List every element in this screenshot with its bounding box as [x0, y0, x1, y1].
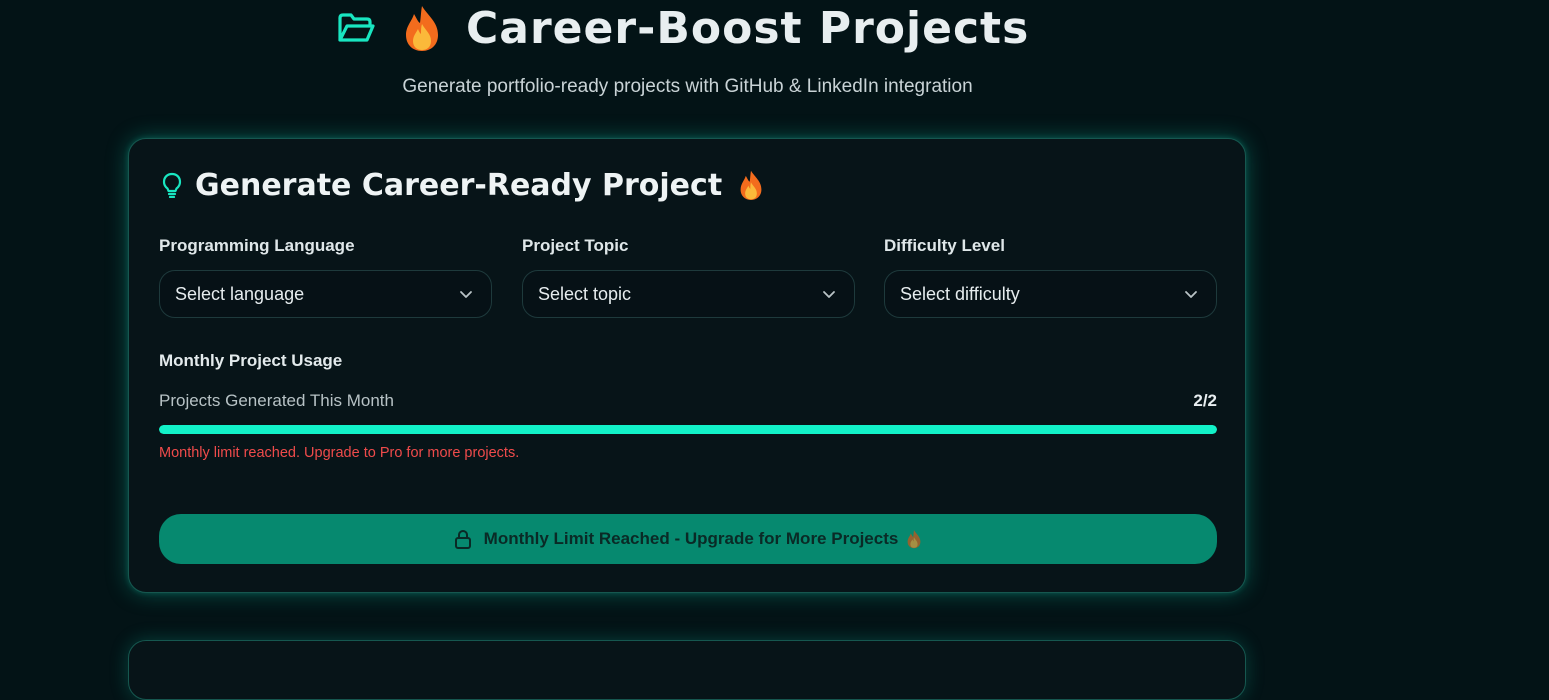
project-generator-card: Generate Career-Ready Project Programmin…	[128, 138, 1246, 593]
chevron-down-icon	[459, 287, 473, 301]
usage-heading: Monthly Project Usage	[159, 351, 343, 370]
lock-icon	[454, 529, 472, 549]
lightbulb-icon	[161, 172, 183, 198]
chevron-down-icon	[1184, 287, 1198, 301]
upgrade-button[interactable]: Monthly Limit Reached - Upgrade for More…	[159, 514, 1217, 564]
next-card	[128, 640, 1246, 700]
page-title: Career-Boost Projects	[466, 2, 1030, 54]
title-row: Career-Boost Projects	[336, 2, 1030, 54]
project-topic-select[interactable]: Select topic	[522, 270, 855, 318]
page-subtitle: Generate portfolio-ready projects with G…	[402, 76, 973, 97]
difficulty-level-select[interactable]: Select difficulty	[884, 270, 1217, 318]
project-topic-field: Project Topic Select topic	[522, 235, 855, 318]
project-topic-value: Select topic	[538, 283, 632, 304]
card-title: Generate Career-Ready Project	[195, 167, 723, 203]
card-title-row: Generate Career-Ready Project	[161, 167, 766, 203]
programming-language-value: Select language	[175, 283, 305, 304]
usage-progress-bar	[159, 425, 1217, 434]
project-topic-label: Project Topic	[522, 236, 629, 255]
upgrade-button-label: Monthly Limit Reached - Upgrade for More…	[483, 529, 899, 548]
difficulty-level-label: Difficulty Level	[884, 236, 1005, 255]
usage-count: 2/2	[1193, 391, 1217, 410]
folder-open-icon	[336, 8, 376, 48]
programming-language-label: Programming Language	[159, 236, 355, 255]
chevron-down-icon	[822, 287, 836, 301]
fire-icon	[906, 529, 922, 549]
fire-icon	[400, 4, 444, 52]
difficulty-level-value: Select difficulty	[900, 283, 1020, 304]
usage-progress-fill	[159, 425, 1217, 434]
programming-language-field: Programming Language Select language	[159, 235, 492, 318]
fire-icon	[736, 168, 766, 202]
usage-row: Projects Generated This Month 2/2	[159, 391, 1217, 411]
usage-label: Projects Generated This Month	[159, 391, 394, 410]
difficulty-level-field: Difficulty Level Select difficulty	[884, 235, 1217, 318]
programming-language-select[interactable]: Select language	[159, 270, 492, 318]
limit-warning-message: Monthly limit reached. Upgrade to Pro fo…	[159, 445, 520, 461]
